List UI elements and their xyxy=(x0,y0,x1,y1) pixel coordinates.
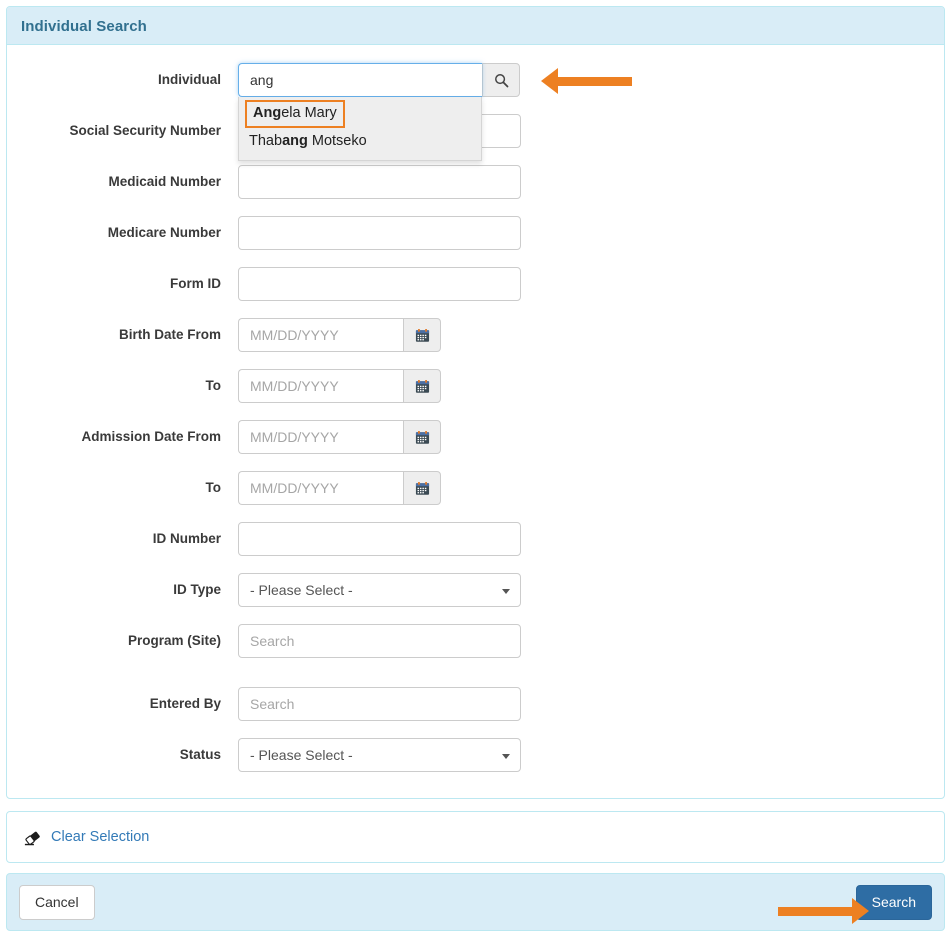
medicaid-number-input[interactable] xyxy=(238,165,521,199)
form-row-admission-date-from: Admission Date From xyxy=(7,420,944,454)
individual-input-group: ela Mary xyxy=(238,63,520,97)
form-row-form-id: Form ID xyxy=(7,267,944,301)
annotation-arrow-individual-search xyxy=(541,68,632,94)
individual-search-button[interactable] xyxy=(482,63,520,97)
autocomplete-item-angela-mary[interactable]: Angela Mary xyxy=(245,100,345,128)
admission-date-from-control xyxy=(238,420,441,454)
label-id-type: ID Type xyxy=(7,573,238,607)
autocomplete-rest-1: Motseko xyxy=(308,133,367,149)
form-row-id-number: ID Number xyxy=(7,522,944,556)
label-status: Status xyxy=(7,738,238,772)
search-form: Individual ela Mary xyxy=(7,45,944,798)
status-select[interactable]: - Please Select - xyxy=(238,738,521,772)
admission-date-to-control xyxy=(238,471,441,505)
label-form-id: Form ID xyxy=(7,267,238,301)
arrow-head-left-icon xyxy=(541,68,558,94)
clear-selection-panel: Clear Selection xyxy=(6,811,945,863)
calendar-icon xyxy=(415,379,430,394)
form-row-status: Status - Please Select - xyxy=(7,738,944,772)
birth-date-to-control xyxy=(238,369,441,403)
individual-search-panel: Individual Search Individual ela Mary xyxy=(6,6,945,799)
entered-by-input[interactable] xyxy=(238,687,521,721)
individual-input[interactable] xyxy=(238,63,482,97)
individual-control: ela Mary Angela Mary xyxy=(238,63,520,97)
autocomplete-pre-1: Thab xyxy=(249,133,282,149)
admission-date-from-calendar-button[interactable] xyxy=(403,420,441,454)
id-type-selected-value: - Please Select - xyxy=(250,582,353,598)
label-id-number: ID Number xyxy=(7,522,238,556)
cancel-button[interactable]: Cancel xyxy=(19,885,95,920)
form-row-birth-date-to: To xyxy=(7,369,944,403)
status-control: - Please Select - xyxy=(238,738,521,772)
clear-selection-link[interactable]: Clear Selection xyxy=(51,829,149,845)
autocomplete-rest-0: ela Mary xyxy=(281,105,337,121)
annotation-arrow-search-button xyxy=(778,898,869,924)
medicaid-number-control xyxy=(238,165,521,199)
autocomplete-menu[interactable]: Angela Mary Thabang Motseko xyxy=(238,97,482,161)
form-id-input[interactable] xyxy=(238,267,521,301)
autocomplete-match-1: ang xyxy=(282,133,308,149)
id-type-select[interactable]: - Please Select - xyxy=(238,573,521,607)
arrow-shaft xyxy=(558,77,632,86)
panel-header: Individual Search xyxy=(7,7,944,45)
admission-date-to-input[interactable] xyxy=(238,471,403,505)
arrow-shaft xyxy=(778,907,852,916)
autocomplete-item-0-wrapper: Angela Mary xyxy=(239,100,481,128)
label-program-site: Program (Site) xyxy=(7,624,238,658)
program-site-control xyxy=(238,624,521,658)
form-row-entered-by: Entered By xyxy=(7,687,944,721)
birth-date-to-input[interactable] xyxy=(238,369,403,403)
form-row-medicare-number: Medicare Number xyxy=(7,216,944,250)
id-type-control: - Please Select - xyxy=(238,573,521,607)
birth-date-to-calendar-button[interactable] xyxy=(403,369,441,403)
label-individual: Individual xyxy=(7,63,238,97)
label-birth-date-from: Birth Date From xyxy=(7,318,238,352)
entered-by-control xyxy=(238,687,521,721)
label-social-security-number: Social Security Number xyxy=(7,114,238,148)
birth-date-from-control xyxy=(238,318,441,352)
autocomplete-item-thabang-motseko[interactable]: Thabang Motseko xyxy=(239,128,481,155)
calendar-icon xyxy=(415,328,430,343)
form-row-medicaid-number: Medicaid Number xyxy=(7,165,944,199)
medicare-number-input[interactable] xyxy=(238,216,521,250)
label-entered-by: Entered By xyxy=(7,687,238,721)
label-medicaid-number: Medicaid Number xyxy=(7,165,238,199)
birth-date-from-calendar-button[interactable] xyxy=(403,318,441,352)
chevron-down-icon xyxy=(502,589,510,594)
admission-date-from-input[interactable] xyxy=(238,420,403,454)
search-icon xyxy=(494,73,509,88)
arrow-head-right-icon xyxy=(852,898,869,924)
calendar-icon xyxy=(415,430,430,445)
calendar-icon xyxy=(415,481,430,496)
label-medicare-number: Medicare Number xyxy=(7,216,238,250)
program-site-input[interactable] xyxy=(238,624,521,658)
label-birth-date-to: To xyxy=(7,369,238,403)
form-row-id-type: ID Type - Please Select - xyxy=(7,573,944,607)
status-selected-value: - Please Select - xyxy=(250,747,353,763)
eraser-icon xyxy=(23,828,42,847)
id-number-control xyxy=(238,522,521,556)
id-number-input[interactable] xyxy=(238,522,521,556)
admission-date-to-calendar-button[interactable] xyxy=(403,471,441,505)
form-row-birth-date-from: Birth Date From xyxy=(7,318,944,352)
individual-search-page: Individual Search Individual ela Mary xyxy=(6,6,945,931)
form-row-program-site: Program (Site) xyxy=(7,624,944,658)
birth-date-from-input[interactable] xyxy=(238,318,403,352)
form-id-control xyxy=(238,267,521,301)
medicare-number-control xyxy=(238,216,521,250)
form-row-admission-date-to: To xyxy=(7,471,944,505)
chevron-down-icon xyxy=(502,754,510,759)
label-admission-date-from: Admission Date From xyxy=(7,420,238,454)
page-title: Individual Search xyxy=(21,18,147,35)
clear-selection-body: Clear Selection xyxy=(7,812,944,862)
autocomplete-match-0: Ang xyxy=(253,105,281,121)
label-admission-date-to: To xyxy=(7,471,238,505)
form-row-individual: Individual ela Mary xyxy=(7,63,944,97)
